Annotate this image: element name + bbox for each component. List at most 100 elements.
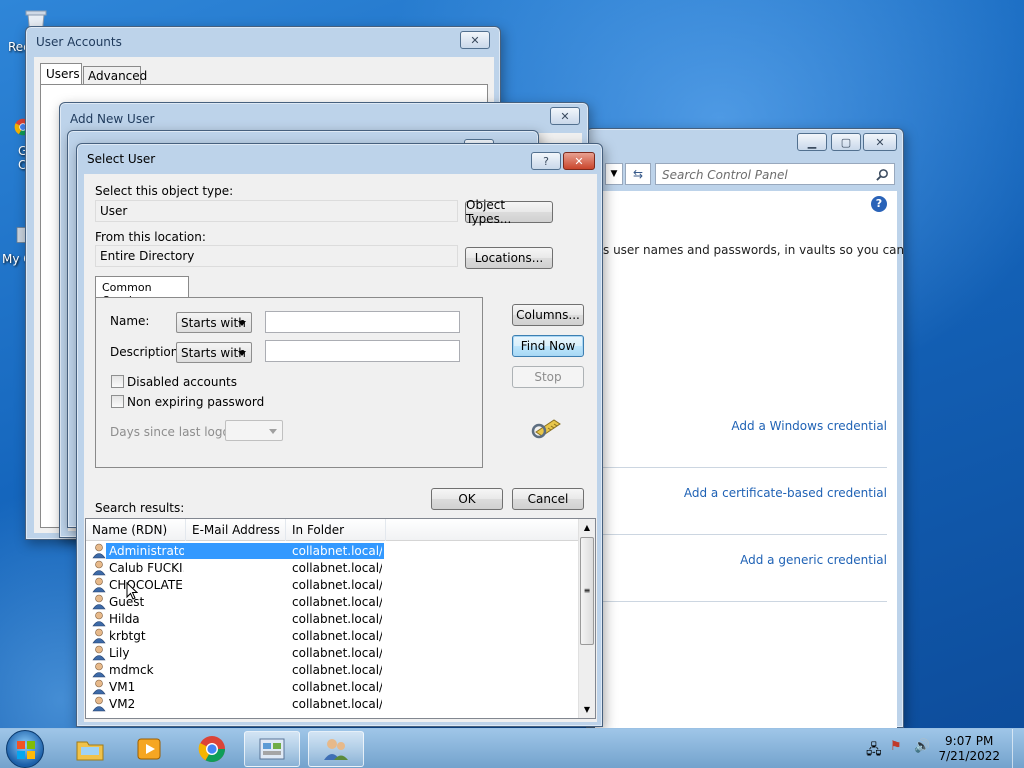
user-icon	[92, 679, 106, 695]
search-results-list[interactable]: Name (RDN) E-Mail Address In Folder Admi…	[85, 518, 596, 719]
table-row[interactable]: Lily collabnet.local/...	[86, 645, 580, 662]
system-tray: 🖧 ⚑ 🔊	[864, 739, 934, 759]
add-generic-credential-link[interactable]: Add a generic credential	[740, 553, 887, 567]
desktop: Rec G C My C ▁ ▢ ✕ ▼ ⇆ Search Control Pa…	[0, 0, 1024, 728]
cell-name: Guest	[109, 595, 145, 609]
help-button[interactable]: ?	[531, 152, 561, 170]
refresh-icon: ⇆	[632, 167, 644, 181]
chevron-down-icon: ▼	[583, 705, 591, 714]
windows-logo-icon	[17, 741, 35, 759]
close-button[interactable]: ✕	[550, 107, 580, 125]
start-button[interactable]	[6, 730, 44, 768]
cell-name: Calub FUCKI...	[109, 561, 184, 575]
search-results-label: Search results:	[95, 501, 185, 515]
taskbar-chrome[interactable]	[184, 731, 240, 767]
add-certificate-credential-link[interactable]: Add a certificate-based credential	[684, 486, 887, 500]
action-center-icon[interactable]: ⚑	[890, 739, 902, 754]
maximize-button[interactable]: ▢	[831, 133, 861, 151]
locations-label: Locations...	[474, 251, 544, 265]
cancel-button[interactable]: Cancel	[512, 488, 584, 510]
search-box[interactable]: Search Control Panel	[655, 163, 895, 185]
object-type-label: Select this object type:	[95, 184, 234, 198]
disabled-accounts-label: Disabled accounts	[127, 375, 238, 389]
show-desktop-button[interactable]	[1012, 729, 1024, 768]
volume-icon[interactable]: 🔊	[914, 739, 930, 754]
ok-button[interactable]: OK	[431, 488, 503, 510]
name-label: Name:	[110, 314, 150, 328]
minimize-icon: ▁	[807, 135, 817, 149]
days-since-select[interactable]	[225, 420, 283, 441]
window-title: Add New User	[70, 112, 155, 126]
user-icon	[92, 645, 106, 661]
cell-name: Hilda	[109, 612, 140, 626]
columns-button[interactable]: Columns...	[512, 304, 584, 326]
close-button[interactable]: ✕	[863, 133, 897, 151]
refresh-button[interactable]: ⇆	[625, 163, 651, 185]
tab-advanced[interactable]: Advanced	[83, 66, 147, 85]
network-icon[interactable]: 🖧	[866, 739, 882, 763]
description-input[interactable]	[265, 340, 460, 362]
name-mode-select[interactable]: Starts with	[176, 312, 252, 333]
close-button[interactable]: ✕	[563, 152, 595, 170]
description-mode-select[interactable]: Starts with	[176, 342, 252, 363]
cell-folder: collabnet.local/...	[292, 612, 382, 626]
scroll-up-button[interactable]: ▲	[579, 519, 595, 536]
table-row[interactable]: CHOCOLATE... collabnet.local/...	[86, 577, 580, 594]
chevron-down-icon	[238, 321, 246, 326]
find-now-button[interactable]: Find Now	[512, 335, 584, 357]
table-row[interactable]: VM1 collabnet.local/...	[86, 679, 580, 696]
tab-common-queries[interactable]: Common Queries	[95, 276, 189, 307]
cell-name: krbtgt	[109, 629, 146, 643]
taskbar-user-accounts[interactable]	[308, 731, 364, 767]
taskbar-media-player[interactable]	[122, 731, 178, 767]
control-panel-icon	[259, 738, 285, 760]
minimize-button[interactable]: ▁	[797, 133, 827, 151]
table-row[interactable]: Guest collabnet.local/...	[86, 594, 580, 611]
add-new-user-titlebar[interactable]: Add New User ✕	[60, 103, 588, 133]
table-row[interactable]: krbtgt collabnet.local/...	[86, 628, 580, 645]
description-mode-value: Starts with	[181, 346, 246, 360]
chevron-down-icon: ▼	[610, 169, 618, 179]
control-panel-titlebar[interactable]: ▁ ▢ ✕	[587, 129, 903, 159]
locations-button[interactable]: Locations...	[465, 247, 553, 269]
name-input[interactable]	[265, 311, 460, 333]
table-row[interactable]: mdmck collabnet.local/...	[86, 662, 580, 679]
user-icon	[92, 594, 106, 610]
help-icon[interactable]: ?	[871, 196, 887, 212]
tab-users[interactable]: Users	[40, 63, 82, 85]
cell-folder: collabnet.local/...	[292, 544, 382, 558]
results-scrollbar[interactable]: ▲ ≡ ▼	[578, 519, 595, 718]
user-accounts-titlebar[interactable]: User Accounts ✕	[26, 27, 500, 57]
cell-name: Lily	[109, 646, 130, 660]
non-expiring-label: Non expiring password	[127, 395, 265, 409]
address-dropdown-button[interactable]: ▼	[605, 163, 623, 185]
taskbar-explorer[interactable]	[62, 731, 118, 767]
non-expiring-checkbox[interactable]	[111, 395, 124, 408]
table-row[interactable]: Hilda collabnet.local/...	[86, 611, 580, 628]
cell-folder: collabnet.local/...	[292, 697, 382, 711]
add-windows-credential-link[interactable]: Add a Windows credential	[731, 419, 887, 433]
scroll-thumb[interactable]: ≡	[580, 537, 594, 645]
divider	[603, 534, 887, 535]
scroll-down-button[interactable]: ▼	[579, 701, 595, 718]
stop-button[interactable]: Stop	[512, 366, 584, 388]
table-row[interactable]: Calub FUCKI... collabnet.local/...	[86, 560, 580, 577]
tab-label: Users	[46, 67, 80, 81]
disabled-accounts-checkbox[interactable]	[111, 375, 124, 388]
cell-name: VM1	[109, 680, 136, 694]
select-user-titlebar[interactable]: Select User ? ✕	[77, 144, 602, 174]
column-header-email[interactable]: E-Mail Address	[186, 519, 286, 541]
column-header-name[interactable]: Name (RDN)	[86, 519, 186, 541]
control-panel-window: ▁ ▢ ✕ ▼ ⇆ Search Control Panel ? s user …	[586, 128, 904, 728]
cell-folder: collabnet.local/...	[292, 646, 382, 660]
object-types-button[interactable]: Object Types...	[465, 198, 553, 226]
table-row[interactable]: VM2 collabnet.local/...	[86, 696, 580, 713]
table-row[interactable]: Administrator collabnet.local/...	[86, 543, 580, 560]
cancel-label: Cancel	[527, 492, 569, 506]
column-header-folder[interactable]: In Folder	[286, 519, 386, 541]
close-button[interactable]: ✕	[460, 31, 490, 49]
stop-label: Stop	[534, 370, 562, 384]
users-icon	[324, 739, 348, 760]
taskbar-control-panel[interactable]	[244, 731, 300, 767]
system-clock[interactable]: 9:07 PM 7/21/2022	[938, 734, 1000, 764]
